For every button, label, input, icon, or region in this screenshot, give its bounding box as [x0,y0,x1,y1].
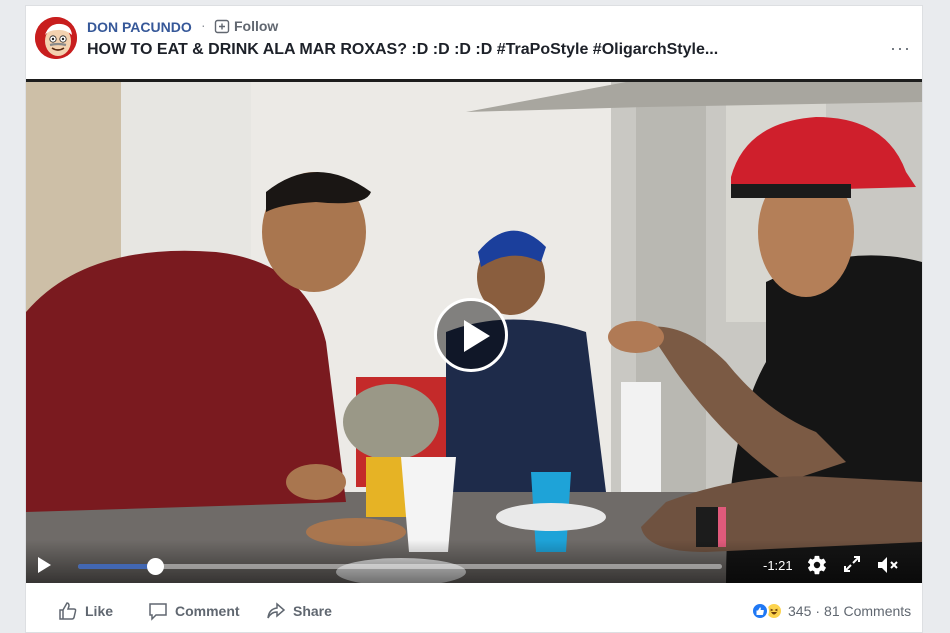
comment-button[interactable]: Comment [148,601,240,621]
haha-face-icon [770,608,778,615]
like-label: Like [85,603,114,619]
reactions-summary[interactable]: 345 · 81 Comments [751,602,911,620]
follow-button[interactable]: Follow [214,18,278,34]
time-remaining: -1:21 [763,558,793,573]
post-actions-bar: Like Comment Share 345 · 81 Comments [26,586,922,632]
video-controls: -1:21 [26,540,922,583]
like-button[interactable]: Like [58,601,113,621]
seek-bar-progress [78,564,156,569]
footer-separator: · [815,603,821,619]
big-play-icon [464,320,490,352]
comment-label: Comment [175,603,240,619]
seek-bar-handle[interactable] [147,558,165,575]
share-button[interactable]: Share [266,601,332,621]
like-reaction-thumb-icon [756,607,764,615]
more-options-icon[interactable]: ··· [890,38,911,59]
post-card: DON PACUNDO · Follow HOW TO EAT & DRINK … [25,5,923,633]
expand-icon[interactable] [842,554,862,574]
author-name[interactable]: DON PACUNDO [87,19,192,35]
share-label: Share [293,603,332,619]
separator-dot: · [201,17,206,33]
share-arrow-icon [267,602,286,619]
thumbs-up-icon [59,602,77,620]
speech-bubble-icon [149,603,167,621]
comments-count-link[interactable]: 81 Comments [824,603,911,619]
big-play-button[interactable] [434,298,508,372]
seek-bar[interactable] [78,558,722,575]
play-icon[interactable] [38,557,51,573]
follow-plus-icon [214,19,230,34]
volume-muted-icon[interactable] [876,554,900,576]
gear-icon[interactable] [806,554,828,576]
like-reaction-icon [751,602,769,620]
follow-label: Follow [234,18,279,34]
avatar-cartoon-face-icon [35,17,77,59]
post-title: HOW TO EAT & DRINK ALA MAR ROXAS? :D :D … [87,41,719,58]
author-avatar[interactable] [35,17,77,59]
video-player[interactable]: -1:21 [26,79,922,583]
reaction-count: 345 [788,603,812,619]
